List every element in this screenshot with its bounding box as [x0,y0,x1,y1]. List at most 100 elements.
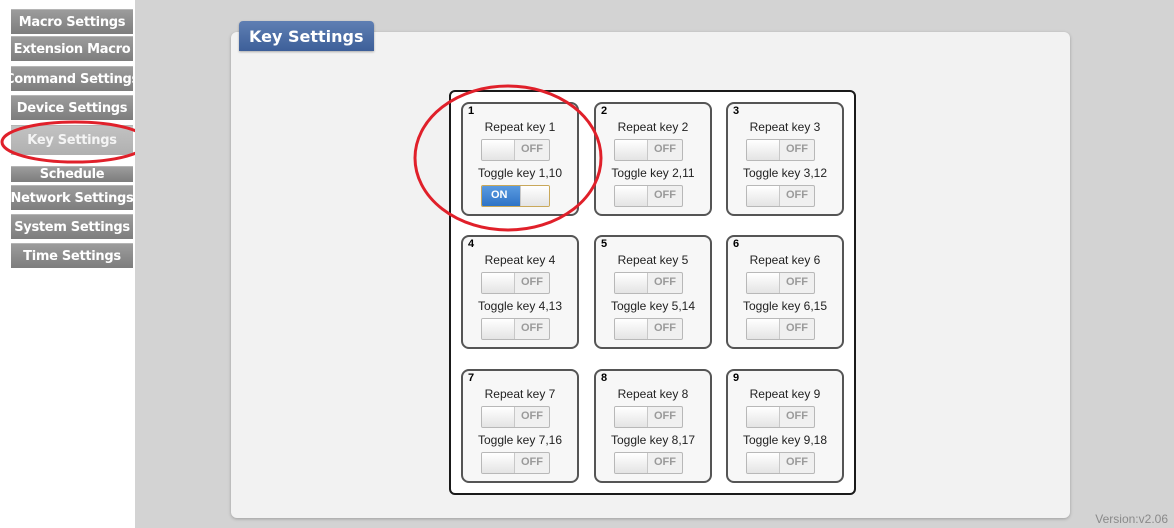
toggle-key-toggle-7[interactable]: OFF [481,452,550,474]
toggle-state-text: OFF [654,189,676,201]
toggle-key-toggle-2[interactable]: OFF [614,185,683,207]
repeat-key-label: Repeat key 2 [617,120,689,134]
repeat-key-label: Repeat key 1 [484,120,556,134]
toggle-key-label: Toggle key 5,14 [610,299,696,313]
toggle-state-text: OFF [521,143,543,155]
nav-macro-settings[interactable]: Macro Settings [11,9,133,34]
toggle-key-label: Toggle key 2,11 [611,166,695,180]
key-number: 9 [733,372,740,384]
toggle-knob [482,319,515,339]
repeat-key-toggle-2[interactable]: OFF [614,139,683,161]
repeat-key-toggle-7[interactable]: OFF [481,406,550,428]
toggle-knob [615,453,648,473]
repeat-key-toggle-4[interactable]: OFF [481,272,550,294]
repeat-key-label: Repeat key 8 [617,387,689,401]
toggle-state-text: OFF [521,410,543,422]
sidebar-nav: Macro Settings Extension Macro Command S… [0,0,150,528]
toggle-key-toggle-6[interactable]: OFF [746,318,815,340]
toggle-knob [747,407,780,427]
nav-extension-macro[interactable]: Extension Macro [11,36,133,61]
version-label: Version:v2.06 [1095,512,1168,526]
repeat-key-toggle-3[interactable]: OFF [746,139,815,161]
toggle-key-label: Toggle key 8,17 [610,433,696,447]
toggle-key-label: Toggle key 9,18 [742,433,828,447]
toggle-state-text: OFF [654,456,676,468]
key-number: 8 [601,372,608,384]
toggle-knob [482,407,515,427]
repeat-key-toggle-1[interactable]: OFF [481,139,550,161]
key-box-7: 7 Repeat key 7 OFF Toggle key 7,16 OFF [461,369,579,483]
repeat-key-label: Repeat key 9 [749,387,821,401]
nav-network-settings[interactable]: Network Settings [11,185,133,210]
toggle-key-toggle-9[interactable]: OFF [746,452,815,474]
key-box-4: 4 Repeat key 4 OFF Toggle key 4,13 OFF [461,235,579,349]
toggle-state-text: OFF [521,456,543,468]
toggle-knob [615,273,648,293]
toggle-state-text: OFF [654,322,676,334]
toggle-knob [747,186,780,206]
key-box-5: 5 Repeat key 5 OFF Toggle key 5,14 OFF [594,235,712,349]
toggle-key-label: Toggle key 3,12 [742,166,828,180]
key-box-1: 1 Repeat key 1 OFF Toggle key 1,10 ON [461,102,579,216]
toggle-state-text: ON [491,189,508,201]
key-box-9: 9 Repeat key 9 OFF Toggle key 9,18 OFF [726,369,844,483]
toggle-key-toggle-4[interactable]: OFF [481,318,550,340]
key-number: 2 [601,105,608,117]
key-box-2: 2 Repeat key 2 OFF Toggle key 2,11 OFF [594,102,712,216]
toggle-knob [615,407,648,427]
toggle-key-label: Toggle key 7,16 [477,433,563,447]
toggle-key-toggle-8[interactable]: OFF [614,452,683,474]
repeat-key-label: Repeat key 4 [484,253,556,267]
key-box-8: 8 Repeat key 8 OFF Toggle key 8,17 OFF [594,369,712,483]
toggle-state-text: OFF [654,410,676,422]
repeat-key-toggle-8[interactable]: OFF [614,406,683,428]
repeat-key-toggle-6[interactable]: OFF [746,272,815,294]
toggle-knob [482,453,515,473]
nav-time-settings[interactable]: Time Settings [11,243,133,268]
toggle-knob [615,319,648,339]
main-area: Key Settings 1 Repeat key 1 OFF Toggle key … [135,0,1174,528]
toggle-state-text: OFF [786,276,808,288]
toggle-knob [615,186,648,206]
repeat-key-label: Repeat key 6 [749,253,821,267]
toggle-knob [747,319,780,339]
toggle-knob [747,273,780,293]
toggle-key-label: Toggle key 6,15 [742,299,828,313]
key-number: 4 [468,238,475,250]
toggle-key-toggle-5[interactable]: OFF [614,318,683,340]
key-number: 6 [733,238,740,250]
toggle-state-text: OFF [521,276,543,288]
toggle-knob [520,186,549,206]
nav-command-settings[interactable]: Command Settings [11,66,133,91]
nav-system-settings[interactable]: System Settings [11,214,133,239]
repeat-key-label: Repeat key 5 [617,253,689,267]
toggle-key-toggle-3[interactable]: OFF [746,185,815,207]
toggle-knob [747,140,780,160]
toggle-knob [615,140,648,160]
repeat-key-toggle-5[interactable]: OFF [614,272,683,294]
toggle-state-text: OFF [786,456,808,468]
toggle-state-text: OFF [786,189,808,201]
toggle-knob [747,453,780,473]
repeat-key-toggle-9[interactable]: OFF [746,406,815,428]
nav-key-settings[interactable]: Key Settings [11,125,133,155]
panel-title: Key Settings [239,21,374,51]
toggle-state-text: OFF [654,276,676,288]
toggle-state-text: OFF [786,143,808,155]
key-number: 5 [601,238,608,250]
toggle-key-label: Toggle key 1,10 [477,166,563,180]
nav-schedule[interactable]: Schedule [11,166,133,182]
toggle-state-text: OFF [521,322,543,334]
key-box-6: 6 Repeat key 6 OFF Toggle key 6,15 OFF [726,235,844,349]
toggle-state-text: OFF [786,322,808,334]
key-box-3: 3 Repeat key 3 OFF Toggle key 3,12 OFF [726,102,844,216]
repeat-key-label: Repeat key 3 [749,120,821,134]
nav-device-settings[interactable]: Device Settings [11,95,133,120]
toggle-state-text: OFF [654,143,676,155]
toggle-knob [482,140,515,160]
toggle-key-toggle-1[interactable]: ON [481,185,550,207]
repeat-key-label: Repeat key 7 [484,387,556,401]
toggle-key-label: Toggle key 4,13 [477,299,563,313]
key-grid: 1 Repeat key 1 OFF Toggle key 1,10 ON 2 Repeat… [449,90,856,495]
toggle-state-text: OFF [786,410,808,422]
